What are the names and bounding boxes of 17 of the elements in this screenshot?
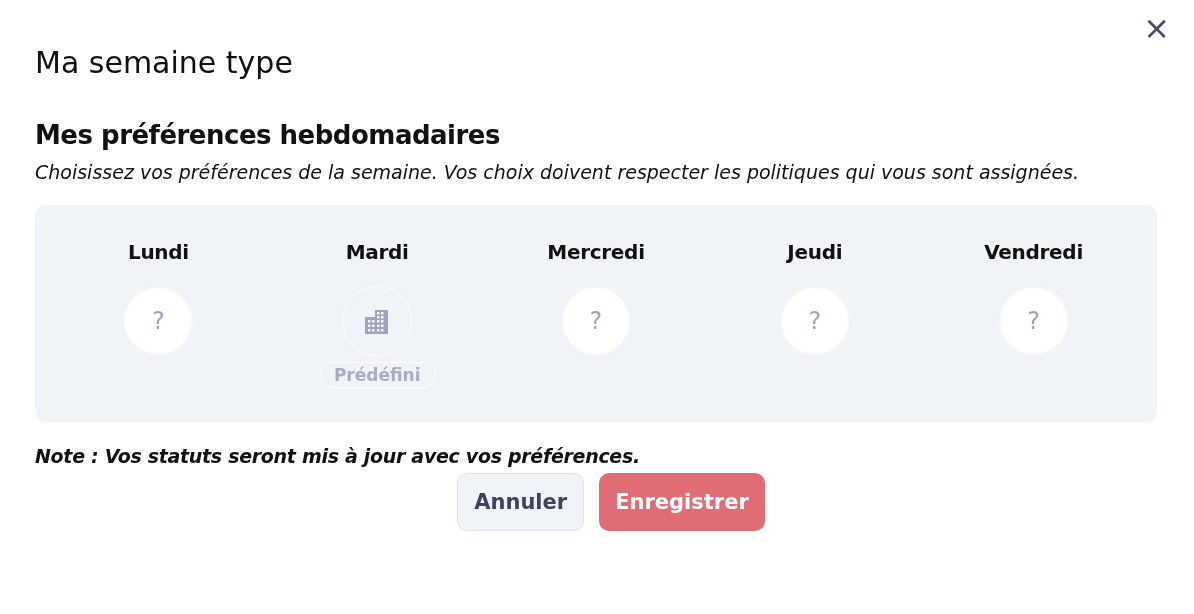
day-status-button[interactable]: ? bbox=[561, 286, 631, 356]
section-description: Choisissez vos préférences de la semaine. Vos choix doivent respecter les politiques qui vous sont assignées. bbox=[35, 160, 1081, 185]
day-status-button[interactable]: ? bbox=[123, 286, 194, 356]
note-text: Note : Vos statuts seront mis à jour avec vos préférences. bbox=[35, 444, 641, 469]
day-name: Mercredi bbox=[547, 239, 645, 266]
section-heading: Mes préférences hebdomadaires bbox=[35, 119, 501, 152]
close-button[interactable]: × bbox=[1139, 12, 1174, 44]
building-icon bbox=[364, 308, 391, 334]
day-name: Jeudi bbox=[787, 239, 843, 266]
day-status-button[interactable]: ? bbox=[998, 286, 1069, 356]
save-button[interactable]: Enregistrer bbox=[599, 473, 765, 531]
day-status-button[interactable]: ? bbox=[779, 286, 850, 356]
dialog-title: Ma semaine type bbox=[35, 44, 294, 82]
cancel-button[interactable]: Annuler bbox=[457, 473, 585, 531]
day-name: Lundi bbox=[127, 239, 189, 266]
day-name: Mardi bbox=[345, 239, 409, 266]
day-name: Vendredi bbox=[984, 239, 1083, 266]
